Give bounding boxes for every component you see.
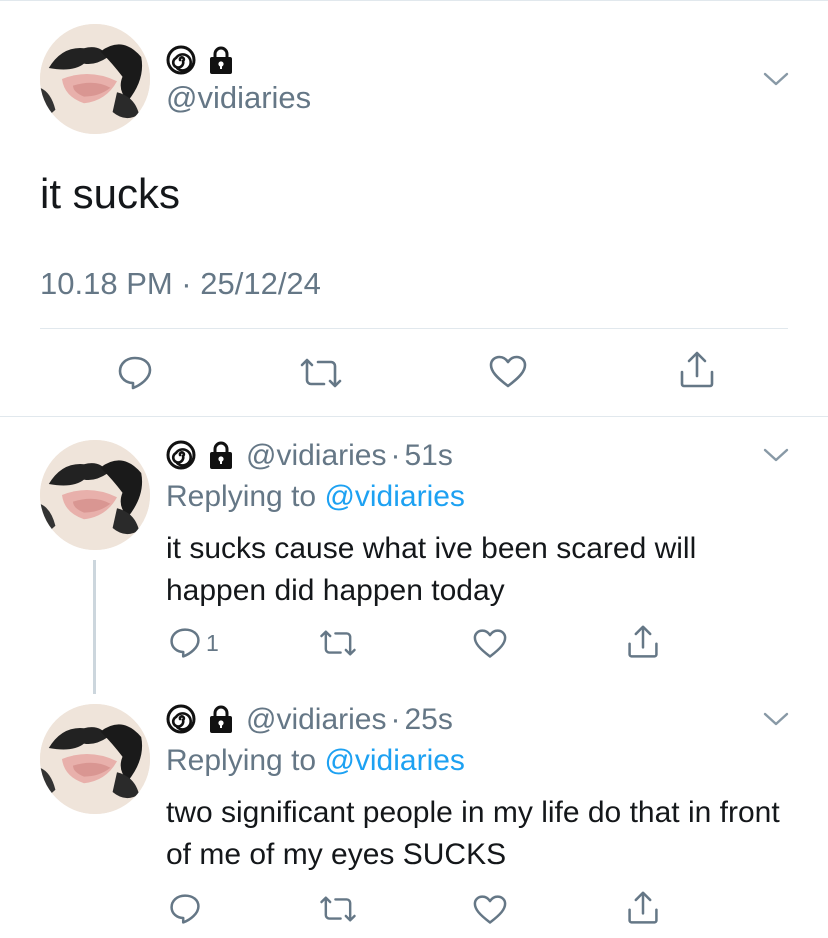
separator: · (390, 703, 401, 736)
reply-count: 1 (206, 629, 219, 656)
tweet-text: it sucks (40, 170, 181, 217)
heart-icon (489, 355, 527, 388)
account-badges (166, 704, 236, 734)
retweet-icon (300, 358, 342, 388)
share-button[interactable] (678, 350, 716, 390)
thread-connector (93, 560, 96, 694)
heart-icon (473, 895, 507, 924)
divider (40, 328, 788, 329)
reply-meta: @vidiaries · 51s (246, 439, 453, 473)
relative-time[interactable]: 51s (405, 439, 453, 473)
reply-button[interactable] (168, 892, 202, 926)
avatar-image (40, 704, 150, 814)
retweet-button[interactable] (318, 628, 358, 658)
avatar-image (40, 440, 150, 550)
retweet-button[interactable] (318, 894, 358, 924)
like-button[interactable] (472, 628, 508, 660)
avatar[interactable] (40, 24, 150, 134)
chevron-down-icon[interactable] (762, 446, 790, 464)
relative-time[interactable]: 25s (405, 703, 453, 737)
account-badges (166, 45, 236, 75)
lock-icon (206, 440, 236, 470)
replying-to-link[interactable]: @vidiaries (324, 480, 465, 513)
top-divider (0, 0, 828, 1)
heart-icon (473, 629, 507, 658)
reply-meta: @vidiaries · 25s (246, 703, 453, 737)
tweet-timestamp[interactable]: 10.18 PM · 25/12/24 (40, 266, 321, 302)
replying-to-link[interactable]: @vidiaries (324, 744, 465, 777)
tweet-text: two significant people in my life do tha… (166, 796, 780, 871)
lock-icon (206, 704, 236, 734)
tweet-text: it sucks cause what ive been scared will… (166, 532, 697, 607)
avatar-image (40, 24, 150, 134)
retweet-icon (320, 896, 356, 922)
reply-icon (170, 628, 200, 658)
share-button[interactable] (626, 890, 660, 926)
share-icon (628, 625, 658, 658)
account-badges (166, 440, 236, 470)
reply-icon (118, 356, 152, 390)
spiral-emoji-icon (166, 440, 196, 470)
spiral-emoji-icon (166, 704, 196, 734)
reply-button[interactable] (116, 354, 154, 392)
replying-to-prefix: Replying to (166, 744, 325, 777)
username-handle[interactable]: @vidiaries (246, 439, 387, 473)
share-icon (680, 351, 714, 388)
reply-icon (170, 894, 200, 924)
replying-to: Replying to @vidiaries (166, 480, 465, 514)
like-button[interactable] (488, 354, 528, 390)
chevron-down-icon[interactable] (762, 70, 790, 88)
replying-to-prefix: Replying to (166, 480, 325, 513)
chevron-down-icon[interactable] (762, 710, 790, 728)
lock-icon (206, 45, 236, 75)
spiral-emoji-icon (166, 45, 196, 75)
separator: · (390, 439, 401, 472)
replying-to: Replying to @vidiaries (166, 744, 465, 778)
username-handle[interactable]: @vidiaries (246, 703, 387, 737)
share-button[interactable] (626, 624, 660, 660)
avatar[interactable] (40, 440, 150, 550)
share-icon (628, 891, 658, 924)
retweet-icon (320, 630, 356, 656)
divider (0, 416, 828, 417)
reply-button[interactable]: 1 (168, 626, 219, 660)
retweet-button[interactable] (298, 356, 344, 390)
like-button[interactable] (472, 894, 508, 926)
username-handle[interactable]: @vidiaries (166, 80, 311, 116)
avatar[interactable] (40, 704, 150, 814)
